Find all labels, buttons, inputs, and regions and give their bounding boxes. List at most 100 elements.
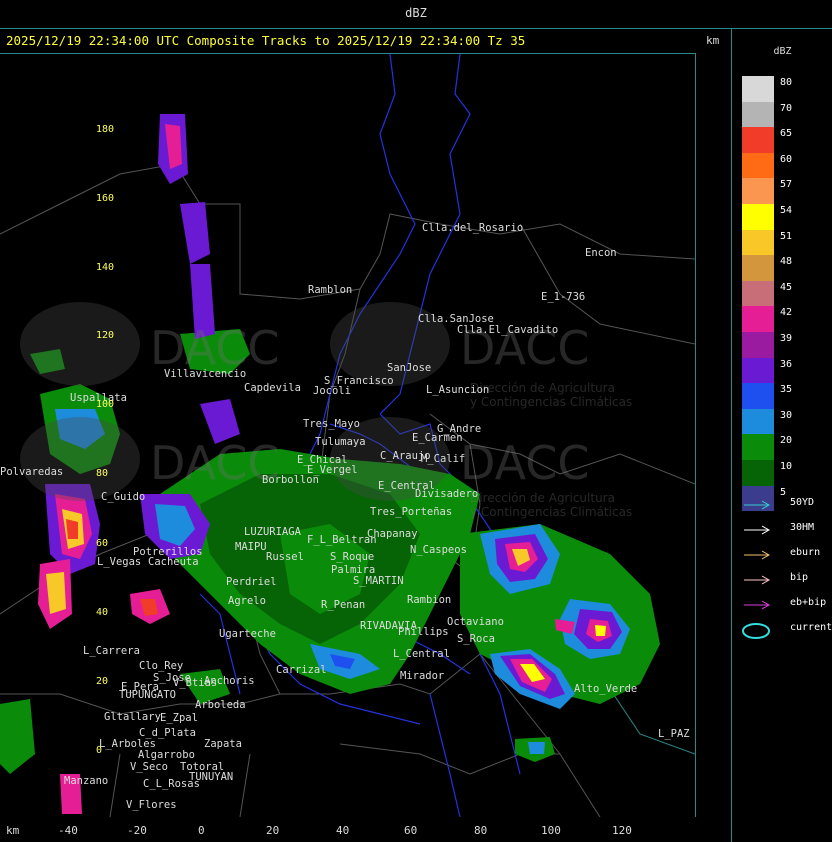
watermark-brand-4: DACC [460, 436, 590, 490]
place-label: Tres_Porteñas [370, 506, 453, 518]
legend-value: 65 [780, 128, 793, 140]
legend-panel: dBZ 80 70 65 60 57 54 51 48 45 42 39 36 35 30 20 10 5 50… [731, 28, 832, 842]
legend-value: 57 [780, 179, 793, 191]
place-label: Phillips [398, 626, 449, 638]
watermark-sub3: Dirección de Agricultura [470, 491, 615, 505]
place-label: L_Asuncion [426, 384, 490, 396]
track-arrow-icon [744, 550, 771, 560]
track-legend-item: eb+bip [742, 597, 832, 611]
place-label: Russel [266, 551, 304, 563]
y-tick-label: 120 [96, 330, 115, 341]
y-tick-label: 80 [96, 468, 109, 479]
legend-swatch [742, 332, 774, 358]
place-label: Encon [585, 247, 617, 259]
place-label: Carrizal [276, 664, 327, 676]
place-label: Polvaredas [0, 466, 64, 478]
y-tick-label: 100 [96, 399, 115, 410]
composite-header: 2025/12/19 22:34:00 UTC Composite Tracks… [6, 33, 526, 48]
legend-value: 51 [780, 230, 793, 242]
y-tick-label: 60 [96, 538, 109, 549]
y-tick-label: 140 [96, 262, 115, 273]
place-label: Manzano [64, 775, 109, 787]
track-arrow-icon [744, 600, 771, 610]
place-label: L_Central [393, 648, 450, 660]
place-label: V_Seco [130, 761, 168, 773]
watermark-sub4: y Contingencias Climáticas [470, 505, 632, 519]
track-legend-label: 30HM [790, 522, 815, 533]
x-tick-label: 80 [474, 824, 488, 837]
place-label: Clla.El_Cavadito [457, 324, 559, 336]
place-label: N_Caspeos [410, 544, 467, 556]
legend-value: 42 [780, 307, 793, 319]
legend-swatch [742, 127, 774, 153]
legend-swatch [742, 434, 774, 460]
place-label: SanJose [387, 362, 432, 374]
track-legend-item: 50YD [742, 497, 832, 511]
legend-swatch [742, 178, 774, 204]
current-ellipse-icon [742, 623, 770, 639]
watermark-sub1: Dirección de Agricultura [470, 381, 615, 395]
place-label: V_Btias [173, 677, 218, 689]
radar-map[interactable]: DACC DACC Dirección de Agricultura y Con… [0, 53, 696, 817]
x-tick-label: 0 [198, 824, 205, 837]
place-label: C_L_Rosas [143, 778, 200, 790]
title-bar: dBZ [0, 0, 832, 29]
legend-swatch [742, 76, 774, 102]
y-tick-label: 20 [96, 676, 109, 687]
track-arrow-icon [744, 525, 771, 535]
place-label: LUZURIAGA [244, 526, 301, 538]
place-label: Alto_Verde [574, 683, 638, 695]
legend-value: 20 [780, 435, 793, 447]
place-label: V_Flores [126, 799, 177, 811]
track-legend-item: 30HM [742, 522, 832, 536]
x-tick-label: 20 [266, 824, 280, 837]
track-arrow-icon [744, 500, 771, 510]
legend-value: 60 [780, 153, 793, 165]
x-tick-label: 100 [541, 824, 561, 837]
legend-value: 35 [780, 384, 793, 396]
place-label: Algarrobo [138, 749, 195, 761]
y-tick-label: 40 [96, 607, 109, 618]
y-tick-label: 180 [96, 124, 115, 135]
place-label: Chapanay [367, 528, 418, 540]
legend-swatch [742, 152, 774, 179]
place-label: Cacheuta [148, 556, 199, 568]
place-label: Zapata [204, 738, 242, 750]
watermark-brand-3: DACC [150, 436, 280, 490]
place-label: Villavicencio [164, 368, 247, 380]
place-label: Jocoli [313, 385, 351, 397]
place-label: E_Carmen [412, 432, 463, 444]
legend-swatch [742, 204, 774, 230]
track-legend-label: bip [790, 572, 809, 583]
track-legend-item: bip [742, 572, 832, 586]
track-legend-label: eb+bip [790, 597, 827, 608]
legend-value: 54 [780, 205, 793, 216]
legend-swatch [742, 280, 774, 307]
track-legend-label: eburn [790, 547, 821, 558]
x-tick-label: 60 [404, 824, 418, 837]
legend-value: 80 [780, 77, 793, 88]
legend-value: 5 [780, 486, 787, 498]
place-label: Gltallary [104, 711, 161, 723]
track-legend-item: current [742, 622, 832, 639]
place-label: TUPUNGATO [119, 689, 176, 701]
x-axis: km -40 -20 0 20 40 60 80 100 120 [0, 816, 695, 842]
place-label: E_Zpal [160, 712, 198, 724]
place-label: Tres_Mayo [303, 418, 360, 430]
track-arrow-icon [744, 575, 771, 585]
track-legend-label: 50YD [790, 497, 815, 508]
legend-swatch [742, 101, 774, 128]
place-label: Rambion [407, 594, 452, 606]
x-tick-label: -40 [58, 824, 78, 837]
place-label: Arboleda [195, 699, 246, 711]
place-label: L_Carrera [83, 645, 140, 657]
place-label: Agrelo [228, 595, 266, 607]
legend-swatch [742, 306, 774, 332]
track-legend-label: current [790, 622, 832, 633]
legend-value: 36 [780, 358, 793, 370]
place-label: E_1-736 [541, 291, 586, 303]
legend-swatch [742, 357, 774, 384]
place-label: S_Roca [457, 633, 495, 645]
x-axis-label: km [6, 824, 20, 837]
place-label: Clo_Rey [139, 660, 184, 672]
